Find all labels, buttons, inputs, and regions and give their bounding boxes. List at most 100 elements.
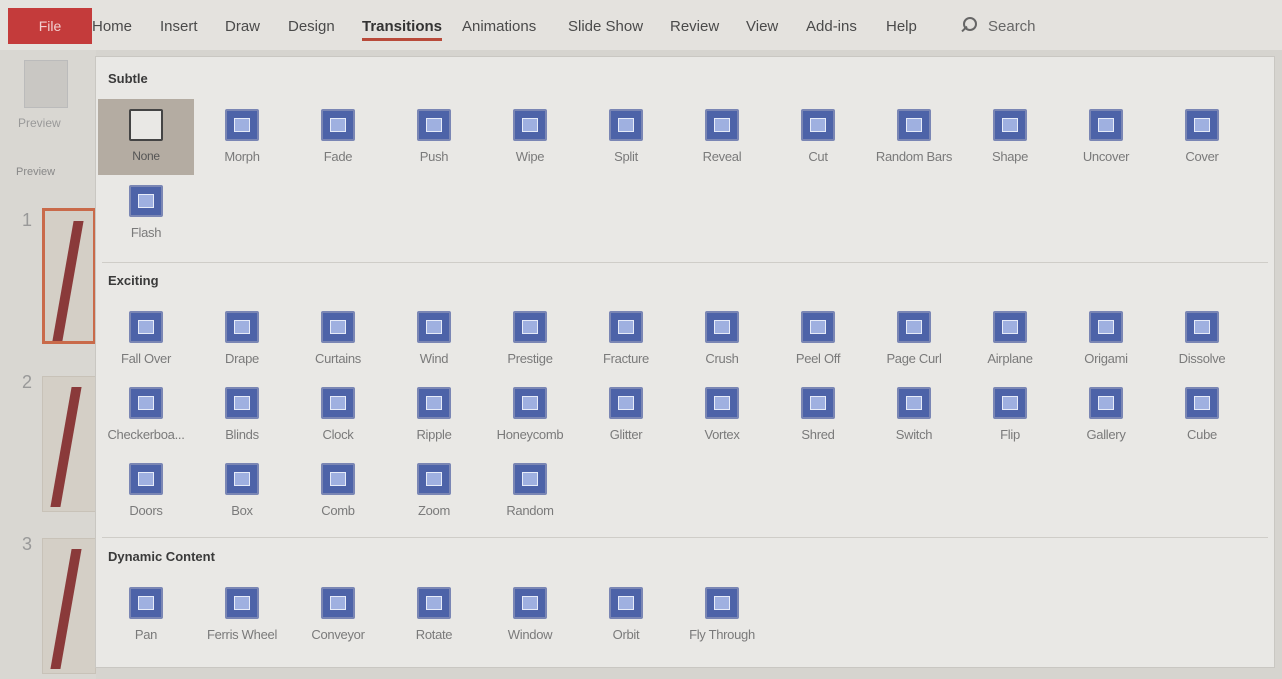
transition-doors[interactable]: Doors bbox=[98, 453, 194, 529]
transition-vortex[interactable]: Vortex bbox=[674, 377, 770, 453]
transition-icon-art bbox=[618, 596, 634, 610]
transition-icon bbox=[1185, 109, 1219, 141]
transition-honeycomb[interactable]: Honeycomb bbox=[482, 377, 578, 453]
transition-window[interactable]: Window bbox=[482, 577, 578, 653]
transition-wipe[interactable]: Wipe bbox=[482, 99, 578, 175]
tab-animations[interactable]: Animations bbox=[462, 18, 536, 35]
transition-conveyor[interactable]: Conveyor bbox=[290, 577, 386, 653]
transition-origami[interactable]: Origami bbox=[1058, 301, 1154, 377]
transition-airplane[interactable]: Airplane bbox=[962, 301, 1058, 377]
transition-cube[interactable]: Cube bbox=[1154, 377, 1250, 453]
transition-shred[interactable]: Shred bbox=[770, 377, 866, 453]
transition-icon-art bbox=[234, 118, 250, 132]
transition-label: Gallery bbox=[1086, 427, 1126, 442]
transition-fade[interactable]: Fade bbox=[290, 99, 386, 175]
slide-thumbnail-2[interactable] bbox=[42, 376, 96, 512]
transition-comb[interactable]: Comb bbox=[290, 453, 386, 529]
transition-wind[interactable]: Wind bbox=[386, 301, 482, 377]
transition-icon-art bbox=[522, 596, 538, 610]
tab-draw[interactable]: Draw bbox=[225, 18, 260, 35]
transition-ferris-wheel[interactable]: Ferris Wheel bbox=[194, 577, 290, 653]
transition-prestige[interactable]: Prestige bbox=[482, 301, 578, 377]
tab-design[interactable]: Design bbox=[288, 18, 335, 35]
transition-label: Morph bbox=[224, 149, 260, 164]
tab-view[interactable]: View bbox=[746, 18, 778, 35]
transition-drape[interactable]: Drape bbox=[194, 301, 290, 377]
slide-thumbnail-3[interactable] bbox=[42, 538, 96, 674]
transition-pan[interactable]: Pan bbox=[98, 577, 194, 653]
transition-label: Shred bbox=[801, 427, 835, 442]
transition-clock[interactable]: Clock bbox=[290, 377, 386, 453]
transition-icon-art bbox=[138, 320, 154, 334]
transition-crush[interactable]: Crush bbox=[674, 301, 770, 377]
search-box[interactable]: Search bbox=[958, 16, 1036, 36]
transition-orbit[interactable]: Orbit bbox=[578, 577, 674, 653]
tab-add-ins[interactable]: Add-ins bbox=[806, 18, 857, 35]
transition-label: Glitter bbox=[609, 427, 643, 442]
transition-icon-art bbox=[714, 320, 730, 334]
transition-icon bbox=[225, 463, 259, 495]
transition-zoom[interactable]: Zoom bbox=[386, 453, 482, 529]
transition-fly-through[interactable]: Fly Through bbox=[674, 577, 770, 653]
tab-review[interactable]: Review bbox=[670, 18, 719, 35]
transition-flash[interactable]: Flash bbox=[98, 175, 194, 251]
transition-label: Reveal bbox=[702, 149, 742, 164]
transition-label: Origami bbox=[1084, 351, 1128, 366]
transition-icon-art bbox=[426, 472, 442, 486]
transition-icon bbox=[1089, 387, 1123, 419]
transition-split[interactable]: Split bbox=[578, 99, 674, 175]
transition-page-curl[interactable]: Page Curl bbox=[866, 301, 962, 377]
transition-push[interactable]: Push bbox=[386, 99, 482, 175]
slide-thumbnail-1[interactable] bbox=[42, 208, 96, 344]
transition-icon-art bbox=[522, 118, 538, 132]
transition-icon bbox=[513, 109, 547, 141]
transition-blinds[interactable]: Blinds bbox=[194, 377, 290, 453]
transition-rotate[interactable]: Rotate bbox=[386, 577, 482, 653]
transition-peel-off[interactable]: Peel Off bbox=[770, 301, 866, 377]
transition-cover[interactable]: Cover bbox=[1154, 99, 1250, 175]
transition-gallery[interactable]: Gallery bbox=[1058, 377, 1154, 453]
transition-shape[interactable]: Shape bbox=[962, 99, 1058, 175]
transition-fracture[interactable]: Fracture bbox=[578, 301, 674, 377]
transition-label: Conveyor bbox=[311, 627, 365, 642]
transition-icon bbox=[417, 587, 451, 619]
transition-random[interactable]: Random bbox=[482, 453, 578, 529]
transition-cut[interactable]: Cut bbox=[770, 99, 866, 175]
transition-label: Curtains bbox=[314, 351, 361, 366]
transition-label: Ferris Wheel bbox=[206, 627, 278, 642]
transition-reveal[interactable]: Reveal bbox=[674, 99, 770, 175]
transition-icon bbox=[129, 109, 163, 141]
slide-thumbnail-pane: Preview Preview 1 2 3 bbox=[0, 50, 96, 679]
transition-none[interactable]: None bbox=[98, 99, 194, 175]
transition-morph[interactable]: Morph bbox=[194, 99, 290, 175]
tab-file[interactable]: File bbox=[8, 8, 92, 44]
tab-home[interactable]: Home bbox=[92, 18, 132, 35]
transition-icon bbox=[897, 311, 931, 343]
transition-random-bars[interactable]: Random Bars bbox=[866, 99, 962, 175]
transition-label: Drape bbox=[225, 351, 259, 366]
transition-icon-art bbox=[714, 396, 730, 410]
transition-icon bbox=[801, 387, 835, 419]
tab-transitions[interactable]: Transitions bbox=[362, 18, 443, 41]
transition-label: Rotate bbox=[415, 627, 453, 642]
transition-ripple[interactable]: Ripple bbox=[386, 377, 482, 453]
transition-glitter[interactable]: Glitter bbox=[578, 377, 674, 453]
transition-icon bbox=[513, 311, 547, 343]
tab-slide-show[interactable]: Slide Show bbox=[568, 18, 643, 35]
transition-icon bbox=[129, 587, 163, 619]
transition-label: Cover bbox=[1185, 149, 1219, 164]
preview-button[interactable]: Preview bbox=[18, 60, 76, 140]
transition-curtains[interactable]: Curtains bbox=[290, 301, 386, 377]
transition-uncover[interactable]: Uncover bbox=[1058, 99, 1154, 175]
tab-insert[interactable]: Insert bbox=[160, 18, 198, 35]
transition-box[interactable]: Box bbox=[194, 453, 290, 529]
transition-flip[interactable]: Flip bbox=[962, 377, 1058, 453]
transition-dissolve[interactable]: Dissolve bbox=[1154, 301, 1250, 377]
transition-fall-over[interactable]: Fall Over bbox=[98, 301, 194, 377]
transition-icon-art bbox=[522, 320, 538, 334]
transition-switch[interactable]: Switch bbox=[866, 377, 962, 453]
tab-help[interactable]: Help bbox=[886, 18, 917, 35]
slide-art bbox=[50, 549, 82, 669]
transition-icon bbox=[609, 109, 643, 141]
transition-checkerboa[interactable]: Checkerboa... bbox=[98, 377, 194, 453]
